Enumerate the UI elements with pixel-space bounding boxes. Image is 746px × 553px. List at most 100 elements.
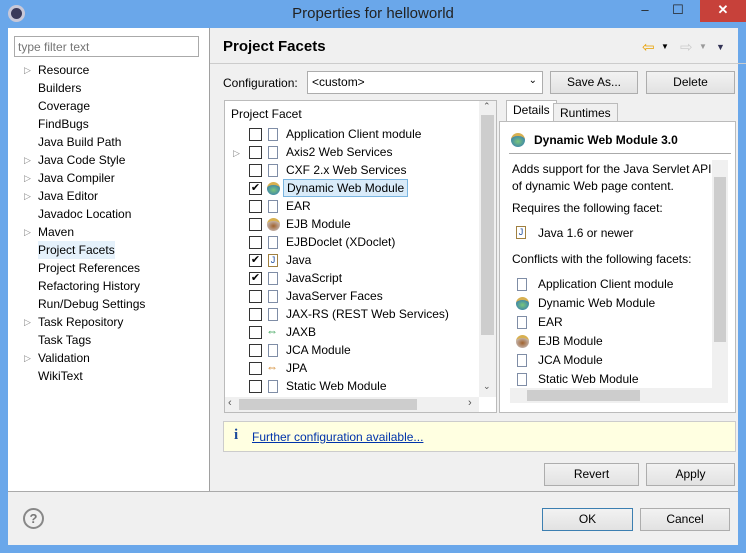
facet-checkbox[interactable] [249, 164, 262, 177]
sidebar-item[interactable]: Coverage [38, 97, 90, 115]
scroll-thumb[interactable] [239, 399, 417, 410]
expand-arrow-icon[interactable]: ▷ [233, 144, 240, 162]
facet-item[interactable]: JAX-RS (REST Web Services) [283, 305, 452, 323]
scroll-left-icon[interactable]: ‹ [228, 397, 232, 409]
sidebar-item[interactable]: Javadoc Location [38, 205, 131, 223]
facet-item[interactable]: Dynamic Web Module [283, 179, 409, 197]
sidebar-item[interactable]: Task Repository [38, 313, 123, 331]
revert-button[interactable]: Revert [544, 463, 639, 486]
facet-checkbox[interactable] [249, 308, 262, 321]
facet-item[interactable]: EAR [283, 197, 314, 215]
sidebar-item[interactable]: FindBugs [38, 115, 89, 133]
expand-arrow-icon[interactable]: ▷ [24, 223, 31, 241]
details-description: Adds support for the Java Servlet API, of… [512, 161, 715, 195]
forward-icon[interactable]: ⇨ [680, 38, 693, 56]
back-menu-icon[interactable]: ▼ [661, 42, 669, 51]
scroll-down-icon[interactable]: ⌄ [483, 381, 491, 392]
divider [210, 63, 746, 64]
close-button[interactable]: ✕ [700, 0, 746, 22]
details-vertical-scrollbar[interactable] [712, 160, 728, 388]
back-icon[interactable]: ⇦ [642, 38, 655, 56]
document-icon [268, 344, 278, 357]
sidebar-item[interactable]: Task Tags [38, 331, 91, 349]
cancel-button[interactable]: Cancel [640, 508, 730, 531]
facet-item[interactable]: JCA Module [283, 341, 354, 359]
expand-arrow-icon[interactable]: ▷ [24, 313, 31, 331]
sidebar-item[interactable]: WikiText [38, 367, 83, 385]
scroll-thumb[interactable] [481, 115, 494, 335]
sidebar-item[interactable]: Run/Debug Settings [38, 295, 145, 313]
globe-jar-icon [511, 133, 525, 147]
forward-menu-icon[interactable]: ▼ [699, 42, 707, 51]
facet-checkbox[interactable] [249, 380, 262, 393]
facet-checkbox[interactable] [249, 128, 262, 141]
filter-input[interactable] [14, 36, 199, 57]
sidebar-item[interactable]: Java Compiler [38, 169, 115, 187]
further-configuration-link[interactable]: Further configuration available... [252, 430, 423, 444]
facet-item[interactable]: EJBDoclet (XDoclet) [283, 233, 398, 251]
apply-button[interactable]: Apply [646, 463, 735, 486]
facet-column-header[interactable]: Project Facet [231, 107, 302, 121]
sidebar-item[interactable]: Java Editor [38, 187, 98, 205]
facet-checkbox[interactable]: ✔ [249, 182, 262, 195]
sidebar-item[interactable]: Java Build Path [38, 133, 121, 151]
facet-item[interactable]: JAXB [283, 323, 319, 341]
java-icon: J [268, 254, 278, 267]
facet-checkbox[interactable] [249, 236, 262, 249]
sidebar-item[interactable]: Builders [38, 79, 81, 97]
maximize-button[interactable]: ☐ [664, 0, 692, 22]
save-as-button[interactable]: Save As... [550, 71, 638, 94]
help-icon[interactable]: ? [23, 508, 44, 529]
facet-item[interactable]: Axis2 Web Services [283, 143, 395, 161]
facet-checkbox[interactable] [249, 362, 262, 375]
sidebar-item[interactable]: Maven [38, 223, 74, 241]
conflict-item: EJB Module [538, 334, 603, 348]
details-horizontal-scrollbar[interactable] [510, 388, 728, 403]
facet-checkbox[interactable] [249, 344, 262, 357]
facet-horizontal-scrollbar[interactable]: ‹ › [225, 397, 479, 412]
facet-checkbox[interactable] [249, 146, 262, 159]
scroll-thumb[interactable] [527, 390, 640, 401]
scroll-up-icon[interactable]: ⌃ [483, 101, 491, 112]
facet-item[interactable]: JavaScript [283, 269, 345, 287]
java-icon: J [516, 226, 526, 239]
document-icon [517, 373, 527, 386]
expand-arrow-icon[interactable]: ▷ [24, 151, 31, 169]
configuration-select[interactable]: <custom> ⌄ [307, 71, 543, 94]
facet-checkbox[interactable]: ✔ [249, 272, 262, 285]
facet-checkbox[interactable]: ✔ [249, 254, 262, 267]
expand-arrow-icon[interactable]: ▷ [24, 169, 31, 187]
document-icon [268, 200, 278, 213]
divider [8, 491, 738, 492]
document-icon [268, 128, 278, 141]
sidebar-item[interactable]: Resource [38, 61, 89, 79]
facet-checkbox[interactable] [249, 290, 262, 303]
sidebar-item[interactable]: Refactoring History [38, 277, 140, 295]
expand-arrow-icon[interactable]: ▷ [24, 349, 31, 367]
ok-button[interactable]: OK [542, 508, 633, 531]
sidebar-item[interactable]: Project Facets [38, 241, 115, 259]
sidebar-item[interactable]: Java Code Style [38, 151, 125, 169]
sidebar-item[interactable]: Validation [38, 349, 90, 367]
scroll-thumb[interactable] [714, 177, 726, 342]
facet-item[interactable]: Static Web Module [283, 377, 390, 395]
scroll-right-icon[interactable]: › [468, 397, 472, 409]
tab-details[interactable]: Details [506, 100, 557, 122]
minimize-button[interactable]: – [632, 0, 658, 22]
expand-arrow-icon[interactable]: ▷ [24, 61, 31, 79]
facet-checkbox[interactable] [249, 218, 262, 231]
facet-item[interactable]: JPA [283, 359, 310, 377]
facet-item[interactable]: JavaServer Faces [283, 287, 386, 305]
facet-item[interactable]: Java [283, 251, 314, 269]
expand-arrow-icon[interactable]: ▷ [24, 187, 31, 205]
facet-checkbox[interactable] [249, 326, 262, 339]
arrows-green-icon: ⇔ [266, 324, 278, 338]
facet-item[interactable]: CXF 2.x Web Services [283, 161, 409, 179]
facet-checkbox[interactable] [249, 200, 262, 213]
view-menu-icon[interactable]: ▼ [716, 42, 725, 52]
facet-item[interactable]: EJB Module [283, 215, 354, 233]
facet-item[interactable]: Application Client module [283, 125, 424, 143]
sidebar-item[interactable]: Project References [38, 259, 140, 277]
delete-button[interactable]: Delete [646, 71, 735, 94]
facet-vertical-scrollbar[interactable]: ⌃ ⌄ [479, 101, 496, 397]
